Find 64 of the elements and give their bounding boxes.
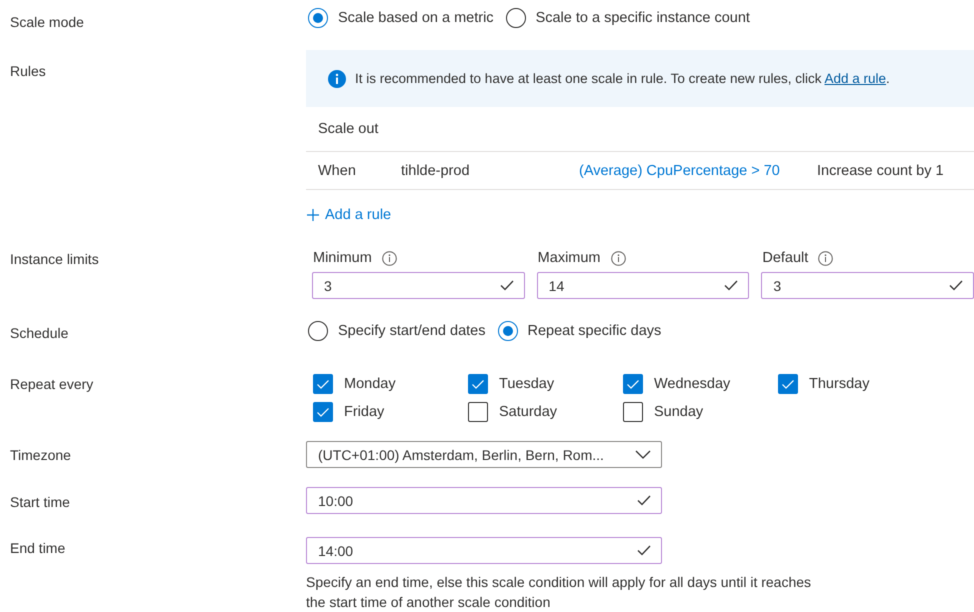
checkmark-icon xyxy=(500,280,514,291)
add-rule-link[interactable]: Add a rule xyxy=(824,71,886,86)
field-label: End time xyxy=(9,539,66,556)
info-icon xyxy=(610,250,626,266)
time-field[interactable]: 14:00 xyxy=(306,537,662,564)
field-label: Scale mode xyxy=(9,13,84,30)
info-message: It is recommended to have at least one scale in rule. To create new rules, click Add a rule. xyxy=(355,71,890,86)
time-field[interactable]: 10:00 xyxy=(306,487,662,514)
field-label: Default xyxy=(762,250,808,266)
checkbox[interactable] xyxy=(468,402,488,422)
table-cell-text: When xyxy=(318,162,357,178)
checkmark-icon xyxy=(782,380,794,388)
field-label: Schedule xyxy=(9,324,68,341)
checkbox-label[interactable]: Wednesday xyxy=(654,376,730,392)
checkbox-label[interactable]: Saturday xyxy=(499,404,558,420)
checkmark-icon xyxy=(724,280,738,291)
checkbox-label[interactable]: Sunday xyxy=(654,404,704,420)
radio-button[interactable] xyxy=(308,8,328,28)
checkmark-icon xyxy=(627,380,639,388)
field-label: Repeat every xyxy=(9,375,94,392)
field-label: Minimum xyxy=(313,250,372,266)
checkbox[interactable] xyxy=(313,374,333,394)
radio-label[interactable]: Scale based on a metric xyxy=(338,10,494,26)
timezone-dropdown[interactable]: (UTC+01:00) Amsterdam, Berlin, Bern, Rom... xyxy=(306,441,662,468)
metric-link[interactable]: (Average) CpuPercentage > 70 xyxy=(579,162,817,178)
table-cell-text: tihlde-prod xyxy=(401,162,471,178)
chevron-down-icon xyxy=(635,450,651,459)
checkbox[interactable] xyxy=(468,374,488,394)
section-header: Scale out xyxy=(318,121,378,137)
checkmark-icon xyxy=(317,380,329,388)
field-label: Maximum xyxy=(538,250,601,266)
checkbox-label[interactable]: Friday xyxy=(344,404,384,420)
checkbox-label[interactable]: Thursday xyxy=(809,376,870,392)
field-label: Start time xyxy=(9,493,70,510)
radio-button[interactable] xyxy=(308,321,328,341)
checkbox-label[interactable]: Monday xyxy=(344,376,396,392)
checkbox[interactable] xyxy=(623,374,643,394)
field-label: Rules xyxy=(9,62,46,79)
info-icon xyxy=(382,250,397,266)
table-cell: Increase count by 1 xyxy=(817,162,944,178)
checkmark-icon xyxy=(317,408,329,416)
checkmark-icon xyxy=(637,545,651,556)
help-text: Specify an end time, else this scale condition will apply for all days until it reaches the start time of another scale condition xyxy=(306,573,812,612)
radio-button[interactable] xyxy=(506,8,526,28)
radio-label[interactable]: Repeat specific days xyxy=(528,323,662,339)
radio-button[interactable] xyxy=(498,321,518,341)
checkmark-icon xyxy=(637,495,651,506)
radio-label[interactable]: Scale to a specific instance count xyxy=(536,10,750,26)
input-field[interactable]: 3 xyxy=(761,272,974,299)
checkmark-icon xyxy=(472,380,484,388)
field-label: Timezone xyxy=(9,446,71,463)
info-icon xyxy=(328,70,346,88)
input-field[interactable]: 3 xyxy=(312,272,525,299)
checkbox[interactable] xyxy=(623,402,643,422)
checkbox-label[interactable]: Tuesday xyxy=(499,376,554,392)
radio-label[interactable]: Specify start/end dates xyxy=(338,323,486,339)
add-rule-button[interactable]: Add a rule xyxy=(307,207,392,223)
field-label: Instance limits xyxy=(9,250,99,267)
checkbox[interactable] xyxy=(313,402,333,422)
checkbox[interactable] xyxy=(778,374,798,394)
checkmark-icon xyxy=(949,280,964,291)
info-icon xyxy=(818,250,834,266)
plus-icon xyxy=(307,209,319,221)
input-field[interactable]: 14 xyxy=(536,272,750,299)
